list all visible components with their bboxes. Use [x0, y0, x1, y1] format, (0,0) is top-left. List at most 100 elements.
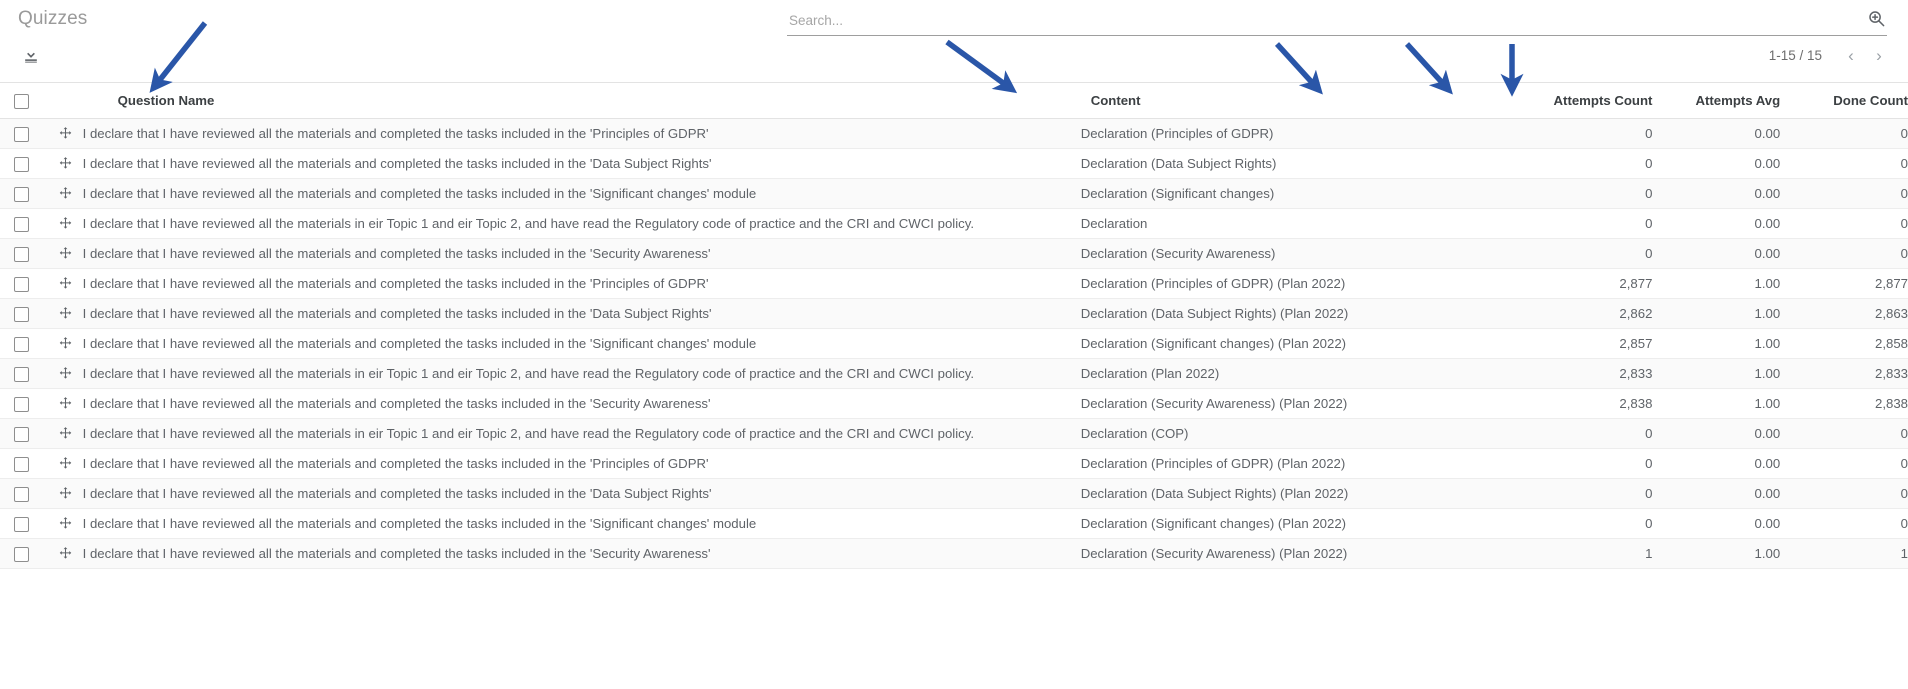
- cell-attempts-count: 2,833: [1438, 358, 1653, 389]
- row-select-cell: [0, 538, 48, 569]
- table-row[interactable]: I declare that I have reviewed all the m…: [0, 298, 1908, 329]
- row-select-cell: [0, 328, 48, 359]
- cell-content: Declaration (Principles of GDPR) (Plan 2…: [1080, 448, 1439, 479]
- table-row[interactable]: I declare that I have reviewed all the m…: [0, 388, 1908, 419]
- column-header-attempts-avg[interactable]: Attempts Avg: [1652, 82, 1781, 119]
- cell-attempts-avg: 1.00: [1652, 538, 1781, 569]
- question-name-text: I declare that I have reviewed all the m…: [82, 396, 711, 411]
- question-name-text: I declare that I have reviewed all the m…: [82, 246, 711, 261]
- column-header-attempts-count[interactable]: Attempts Count: [1438, 82, 1653, 119]
- cell-attempts-avg: 1.00: [1652, 388, 1781, 419]
- pagination-prev-button[interactable]: ‹: [1838, 42, 1864, 68]
- drag-handle-icon[interactable]: [58, 456, 74, 472]
- row-select-cell: [0, 448, 48, 479]
- table-row[interactable]: I declare that I have reviewed all the m…: [0, 148, 1908, 179]
- row-select-checkbox[interactable]: [14, 156, 29, 172]
- drag-handle-icon[interactable]: [58, 486, 74, 502]
- cell-content: Declaration (Significant changes): [1080, 178, 1439, 209]
- cell-attempts-count: 0: [1438, 238, 1653, 269]
- drag-handle-icon[interactable]: [58, 366, 74, 382]
- quizzes-page: Quizzes Search... 1-15 / 15 ‹ › Question…: [0, 0, 1908, 689]
- column-header-question-name[interactable]: Question Name: [47, 82, 1081, 119]
- column-header-attempts-avg-label: Attempts Avg: [1695, 93, 1781, 108]
- quizzes-table: Question Name Content Attempts Count Att…: [0, 82, 1908, 569]
- cell-attempts-count: 0: [1438, 508, 1653, 539]
- cell-content: Declaration (Data Subject Rights) (Plan …: [1080, 298, 1439, 329]
- table-header-row: Question Name Content Attempts Count Att…: [0, 82, 1908, 119]
- row-select-checkbox[interactable]: [14, 516, 29, 532]
- drag-handle-icon[interactable]: [58, 306, 74, 322]
- search-input[interactable]: [787, 6, 1847, 32]
- row-select-checkbox[interactable]: [14, 246, 29, 262]
- table-row[interactable]: I declare that I have reviewed all the m…: [0, 508, 1908, 539]
- table-row[interactable]: I declare that I have reviewed all the m…: [0, 178, 1908, 209]
- drag-handle-icon[interactable]: [58, 336, 74, 352]
- table-row[interactable]: I declare that I have reviewed all the m…: [0, 538, 1908, 569]
- question-name-text: I declare that I have reviewed all the m…: [82, 366, 975, 381]
- cell-attempts-avg: 0.00: [1652, 448, 1781, 479]
- cell-done-count: 2,863: [1780, 298, 1908, 329]
- drag-handle-icon[interactable]: [58, 186, 74, 202]
- row-select-checkbox[interactable]: [14, 396, 29, 412]
- search-submit-button[interactable]: [1865, 10, 1887, 32]
- cell-done-count: 0: [1780, 238, 1908, 269]
- cell-content: Declaration (Principles of GDPR) (Plan 2…: [1080, 268, 1439, 299]
- cell-content: Declaration (Security Awareness) (Plan 2…: [1080, 538, 1439, 569]
- cell-content: Declaration (Security Awareness) (Plan 2…: [1080, 388, 1439, 419]
- table-row[interactable]: I declare that I have reviewed all the m…: [0, 268, 1908, 299]
- cell-question-name: I declare that I have reviewed all the m…: [47, 178, 1081, 209]
- row-select-checkbox[interactable]: [14, 486, 29, 502]
- column-header-content[interactable]: Content: [1080, 82, 1439, 119]
- drag-handle-icon[interactable]: [58, 126, 74, 142]
- table-row[interactable]: I declare that I have reviewed all the m…: [0, 238, 1908, 269]
- table-row[interactable]: I declare that I have reviewed all the m…: [0, 478, 1908, 509]
- drag-handle-icon[interactable]: [58, 156, 74, 172]
- drag-handle-icon[interactable]: [58, 216, 74, 232]
- row-select-checkbox[interactable]: [14, 126, 29, 142]
- row-select-checkbox[interactable]: [14, 216, 29, 232]
- download-export-button[interactable]: [18, 42, 44, 68]
- row-select-checkbox[interactable]: [14, 186, 29, 202]
- row-select-cell: [0, 118, 48, 149]
- cell-content: Declaration (Significant changes) (Plan …: [1080, 508, 1439, 539]
- table-row[interactable]: I declare that I have reviewed all the m…: [0, 358, 1908, 389]
- drag-handle-icon[interactable]: [58, 426, 74, 442]
- cell-question-name: I declare that I have reviewed all the m…: [47, 208, 1081, 239]
- row-select-cell: [0, 418, 48, 449]
- question-name-text: I declare that I have reviewed all the m…: [82, 306, 712, 321]
- row-select-checkbox[interactable]: [14, 546, 29, 562]
- drag-handle-icon[interactable]: [58, 246, 74, 262]
- table-row[interactable]: I declare that I have reviewed all the m…: [0, 208, 1908, 239]
- cell-attempts-count: 0: [1438, 118, 1653, 149]
- question-name-text: I declare that I have reviewed all the m…: [82, 426, 975, 441]
- search-bar[interactable]: [787, 6, 1887, 36]
- row-select-checkbox[interactable]: [14, 366, 29, 382]
- row-select-checkbox[interactable]: [14, 456, 29, 472]
- select-all-checkbox[interactable]: [14, 93, 29, 109]
- row-select-checkbox[interactable]: [14, 336, 29, 352]
- cell-attempts-avg: 0.00: [1652, 238, 1781, 269]
- row-select-checkbox[interactable]: [14, 276, 29, 292]
- cell-done-count: 0: [1780, 148, 1908, 179]
- row-select-checkbox[interactable]: [14, 426, 29, 442]
- drag-handle-icon[interactable]: [58, 276, 74, 292]
- cell-done-count: 2,877: [1780, 268, 1908, 299]
- cell-attempts-avg: 1.00: [1652, 268, 1781, 299]
- row-select-cell: [0, 388, 48, 419]
- cell-question-name: I declare that I have reviewed all the m…: [47, 238, 1081, 269]
- table-row[interactable]: I declare that I have reviewed all the m…: [0, 118, 1908, 149]
- table-row[interactable]: I declare that I have reviewed all the m…: [0, 328, 1908, 359]
- row-select-checkbox[interactable]: [14, 306, 29, 322]
- drag-handle-icon[interactable]: [58, 516, 74, 532]
- column-header-done-count[interactable]: Done Count: [1780, 82, 1908, 119]
- table-row[interactable]: I declare that I have reviewed all the m…: [0, 418, 1908, 449]
- cell-content: Declaration (Security Awareness): [1080, 238, 1439, 269]
- pagination-range: 1-15 / 15: [1768, 47, 1822, 63]
- cell-content: Declaration (Data Subject Rights) (Plan …: [1080, 478, 1439, 509]
- cell-done-count: 2,838: [1780, 388, 1908, 419]
- drag-handle-icon[interactable]: [58, 396, 74, 412]
- cell-attempts-count: 1: [1438, 538, 1653, 569]
- drag-handle-icon[interactable]: [58, 546, 74, 562]
- pagination-next-button[interactable]: ›: [1866, 42, 1892, 68]
- table-row[interactable]: I declare that I have reviewed all the m…: [0, 448, 1908, 479]
